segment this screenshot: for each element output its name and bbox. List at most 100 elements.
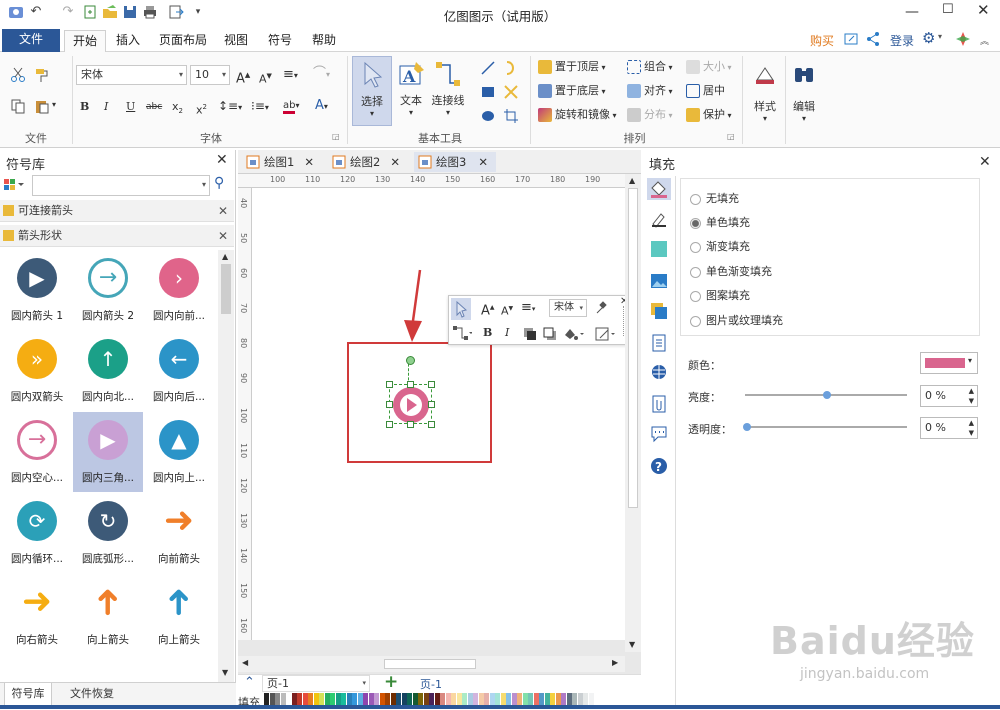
buy-link[interactable]: 购买 [810, 32, 834, 49]
v-scroll-thumb[interactable] [628, 188, 638, 508]
close-button[interactable]: ✕ [977, 1, 990, 19]
maximize-button[interactable]: ☐ [942, 2, 954, 17]
tab-view[interactable]: 视图 [218, 30, 254, 52]
symbol-search-input[interactable]: ▾ [32, 175, 210, 196]
symbol-item[interactable]: ▶ 圆内三角... [73, 412, 143, 492]
bullet-list-icon[interactable]: ⁝≡▾ [251, 97, 269, 117]
category-header[interactable]: 箭头形状 ✕ [0, 225, 234, 247]
settings-gear-icon[interactable]: ⚙ [922, 29, 935, 47]
text-style-icon[interactable]: A▾ [315, 97, 328, 116]
page-select[interactable]: 页-1 ▾ [262, 675, 370, 692]
canvas-horizontal-scrollbar[interactable]: ◀ ▶ [238, 656, 625, 672]
symbol-item[interactable]: ↻ 圆底弧形... [73, 493, 143, 573]
mini-line-color-icon[interactable] [595, 326, 617, 345]
resize-handle[interactable] [428, 381, 435, 388]
layers-icon[interactable] [650, 302, 668, 320]
radio-single-gradient-fill[interactable]: 单色渐变填充 [690, 265, 772, 279]
symbol-item[interactable]: » 圆内双箭头 [2, 331, 72, 411]
attachment-icon[interactable] [650, 395, 668, 413]
font-size-select[interactable]: 10 ▾ [190, 65, 230, 85]
add-page-icon[interactable]: + [384, 672, 398, 692]
canvas-vertical-scrollbar[interactable]: ▲ ▼ [625, 174, 641, 652]
brightness-slider-thumb[interactable] [823, 391, 831, 399]
help-icon[interactable]: ? [650, 457, 668, 475]
comment-icon[interactable] [650, 425, 668, 443]
mini-align-icon[interactable]: ≡▾ [521, 299, 535, 318]
symbol-item[interactable]: ➜ 向上箭头 [73, 574, 143, 654]
mini-italic-icon[interactable]: I [505, 324, 509, 342]
close-panel-icon[interactable]: ✕ [216, 152, 228, 168]
tab-home[interactable]: 开始 [64, 30, 106, 52]
arc-tool-icon[interactable] [503, 60, 519, 79]
radio-no-fill[interactable]: 无填充 [690, 192, 739, 206]
tab-page-layout[interactable]: 页面布局 [154, 30, 212, 52]
protect-button[interactable]: 保护 ▾ [686, 106, 732, 125]
mini-connector-icon[interactable] [452, 325, 473, 344]
login-link[interactable]: 登录 [890, 32, 914, 49]
send-to-back-button[interactable]: 置于底层 ▾ [538, 82, 606, 101]
h-scroll-thumb[interactable] [384, 659, 476, 669]
image-icon[interactable] [650, 272, 668, 290]
symbol-item[interactable]: ← 圆内向后... [144, 331, 214, 411]
shrink-font-icon[interactable]: A▼ [259, 67, 272, 89]
tab-symbol-library[interactable]: 符号库 [4, 683, 52, 707]
underline-icon[interactable]: U [126, 98, 135, 116]
share-window-icon[interactable] [843, 31, 859, 50]
symbol-item[interactable]: ↑ 圆内向北... [73, 331, 143, 411]
resize-handle[interactable] [428, 401, 435, 408]
resize-handle[interactable] [428, 421, 435, 428]
rectangle-tool-icon[interactable] [480, 84, 496, 103]
resize-handle[interactable] [386, 401, 393, 408]
transparency-input[interactable]: 0 % ▲ ▼ [920, 417, 978, 439]
subscript-icon[interactable]: x2 [172, 98, 183, 120]
page-collapse-icon[interactable]: ⌃ [244, 675, 255, 690]
mini-font-select[interactable]: 宋体 ▾ [549, 299, 587, 317]
mini-fill-icon[interactable] [563, 327, 585, 344]
group-button[interactable]: 组合 ▾ [627, 58, 673, 77]
mini-format-painter-icon[interactable] [594, 300, 608, 317]
strikethrough-icon[interactable]: abc [146, 98, 162, 116]
symbol-item[interactable]: ➜ 向前箭头 [144, 493, 214, 573]
category-header[interactable]: 可连接箭头 ✕ [0, 200, 234, 222]
bold-icon[interactable]: B [80, 98, 89, 116]
paragraph-align-icon[interactable]: ≡▾ [283, 66, 298, 85]
resize-handle[interactable] [407, 381, 414, 388]
shadow-icon[interactable] [650, 240, 668, 258]
arrange-dialog-launcher-icon[interactable]: ◲ [727, 132, 735, 141]
mini-grow-font-icon[interactable]: A▲ [481, 299, 495, 320]
doc-tab-active[interactable]: 绘图3 ✕ [414, 152, 496, 172]
search-icon[interactable]: ⚲ [214, 175, 224, 191]
ribbon-collapse-icon[interactable]: ︽ [980, 34, 989, 47]
share-icon[interactable] [866, 31, 880, 50]
close-panel-icon[interactable]: ✕ [979, 154, 991, 170]
transparency-slider[interactable] [745, 426, 907, 428]
library-menu-icon[interactable] [4, 178, 24, 195]
tab-insert[interactable]: 插入 [110, 30, 146, 52]
tab-help[interactable]: 帮助 [306, 30, 342, 52]
copy-icon[interactable] [10, 98, 26, 117]
symbol-item[interactable]: ▲ 圆内向上... [144, 412, 214, 492]
line-tool-icon[interactable] [480, 60, 496, 79]
selected-shape-circle-play[interactable] [391, 385, 431, 425]
mini-send-back-icon[interactable] [543, 327, 557, 344]
font-family-select[interactable]: 宋体 ▾ [76, 65, 187, 85]
resize-handle[interactable] [386, 421, 393, 428]
doc-tab[interactable]: 绘图1 ✕ [242, 152, 320, 172]
fill-bucket-icon[interactable] [647, 178, 671, 200]
brightness-input[interactable]: 0 % ▲ ▼ [920, 385, 978, 407]
style-button[interactable]: 样式 ▾ [748, 58, 782, 128]
resize-handle[interactable] [407, 421, 414, 428]
text-tool-button[interactable]: A 文本 ▾ [396, 56, 426, 126]
symbol-item[interactable]: ▶ 圆内箭头 1 [2, 250, 72, 330]
document-icon[interactable] [650, 334, 668, 352]
symbol-item[interactable]: › 圆内向前... [144, 250, 214, 330]
symbol-item[interactable]: ⟳ 圆内循环... [2, 493, 72, 573]
edit-button[interactable]: 编辑 ▾ [788, 58, 820, 128]
line-spacing-icon[interactable]: ↕≡▾ [218, 97, 242, 117]
connector-tool-button[interactable]: 连接线 ▾ [430, 56, 466, 126]
grow-font-icon[interactable]: A▲ [236, 66, 250, 88]
symbol-item[interactable]: → 圆内箭头 2 [73, 250, 143, 330]
size-button[interactable]: 大小 ▾ [686, 58, 732, 77]
radio-texture-fill[interactable]: 图片或纹理填充 [690, 314, 783, 328]
format-painter-icon[interactable] [34, 67, 50, 86]
